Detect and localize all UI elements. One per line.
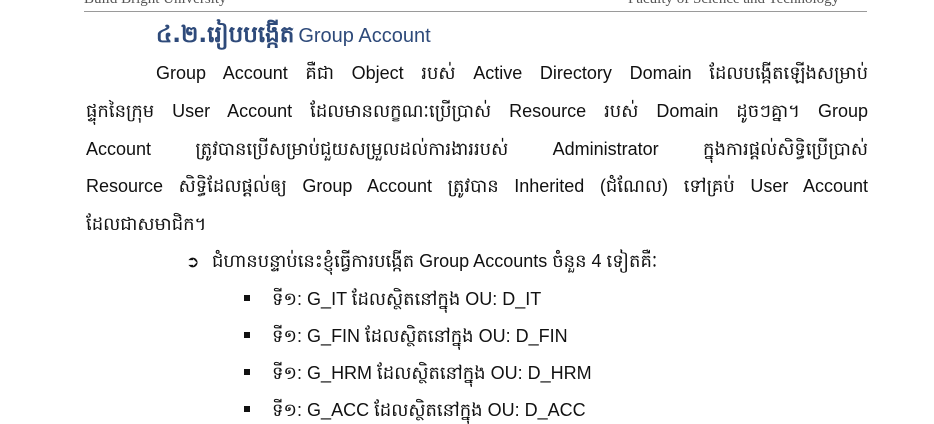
steps-intro-text: ជំហានបន្ទាប់នេះខ្ញុំធ្វើការបង្កើត Group … <box>212 251 658 271</box>
paragraph-line: ផ្ទុកនៃក្រុម User Account ដែលមានលក្ខណៈប្… <box>86 101 868 121</box>
header-divider <box>84 11 867 12</box>
arrow-bullet-icon: ➲ <box>186 254 200 271</box>
section-heading: ៤.២.រៀបបង្កើត Group Account <box>156 18 431 54</box>
list-item: ទី១: G_FIN ដែលស្ថិតនៅក្នុង OU: D_FIN <box>244 321 568 351</box>
section-heading-number: ៤.២.រៀបបង្កើត <box>156 22 295 48</box>
section-heading-title: Group Account <box>298 25 431 47</box>
list-item: ទី១: G_ACC ដែលស្ថិតនៅក្នុង OU: D_ACC <box>244 395 586 424</box>
paragraph-line: Resource សិទ្ធិដែលផ្តល់ឲ្យ Group Account… <box>86 176 868 196</box>
list-item: ទី១: G_HRM ដែលស្ថិតនៅក្នុង OU: D_HRM <box>244 358 592 388</box>
list-item-text: ទី១: G_FIN ដែលស្ថិតនៅក្នុង OU: D_FIN <box>272 326 568 346</box>
square-bullet-icon <box>244 406 250 413</box>
list-item-text: ទី១: G_HRM ដែលស្ថិតនៅក្នុង OU: D_HRM <box>272 363 592 383</box>
running-header-university: Build Bright University <box>84 0 227 8</box>
square-bullet-icon <box>244 332 250 339</box>
list-item-text: ទី១: G_ACC ដែលស្ថិតនៅក្នុង OU: D_ACC <box>272 400 586 420</box>
running-header-faculty: Faculty of Science and Technology <box>628 0 839 8</box>
square-bullet-icon <box>244 369 250 376</box>
paragraph-line: Group Account គឺជា Object របស់ Active Di… <box>156 63 868 83</box>
list-item: ទី១: G_IT ដែលស្ថិតនៅក្នុង OU: D_IT <box>244 284 541 314</box>
list-item-text: ទី១: G_IT ដែលស្ថិតនៅក្នុង OU: D_IT <box>272 289 542 309</box>
steps-intro: ➲ ជំហានបន្ទាប់នេះខ្ញុំធ្វើការបង្កើត Group… <box>186 246 657 278</box>
paragraph-line: Account ត្រូវបានប្រើសម្រាប់ជួយសម្រួលដល់ក… <box>86 139 868 159</box>
paragraph-line: ដែលជាសមាជិក។ <box>86 214 207 234</box>
square-bullet-icon <box>244 295 250 302</box>
